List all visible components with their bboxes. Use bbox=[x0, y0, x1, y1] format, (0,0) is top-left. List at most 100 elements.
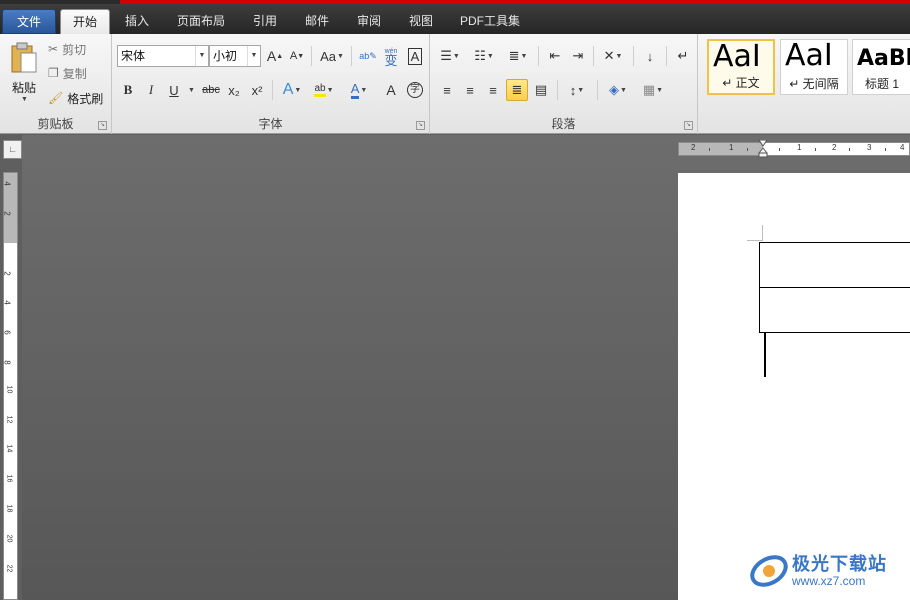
tab-stop-selector[interactable]: ∟ bbox=[3, 140, 22, 159]
style-preview: AaI bbox=[713, 39, 761, 74]
ruler-number: 1 bbox=[797, 143, 802, 152]
format-painter-label: 格式刷 bbox=[67, 91, 104, 106]
paste-button[interactable]: 粘贴 ▼ bbox=[6, 36, 42, 108]
align-left-icon: ≡ bbox=[443, 82, 451, 98]
tab-view[interactable]: 视图 bbox=[400, 9, 442, 34]
tab-review[interactable]: 审阅 bbox=[348, 9, 390, 34]
phonetic-char-icon: 变 bbox=[384, 53, 398, 68]
increase-indent-icon: ⇥ bbox=[572, 48, 584, 63]
justify-button[interactable]: ≣ bbox=[506, 79, 528, 101]
chevron-down-icon[interactable]: ▼ bbox=[247, 46, 260, 66]
style-no-spacing[interactable]: AaI ↵ 无间隔 bbox=[780, 39, 848, 95]
underline-button[interactable]: U bbox=[163, 79, 185, 101]
table-row[interactable] bbox=[760, 243, 910, 288]
separator bbox=[311, 46, 312, 66]
separator bbox=[351, 46, 352, 66]
tab-mailings[interactable]: 邮件 bbox=[296, 9, 338, 34]
shading-button[interactable]: ◈ ▼ bbox=[603, 79, 633, 101]
paste-label: 粘贴 bbox=[11, 81, 36, 95]
watermark: 极光下载站 www.xz7.com bbox=[748, 546, 908, 596]
paste-dropdown-icon[interactable]: ▼ bbox=[21, 96, 28, 103]
ruler-number: 12 bbox=[5, 415, 13, 424]
clear-format-button[interactable]: ab✎ bbox=[357, 45, 379, 67]
subscript-icon: x₂ bbox=[228, 82, 240, 98]
align-right-button[interactable]: ≡ bbox=[482, 79, 504, 101]
style-normal[interactable]: AaI ↵ 正文 bbox=[707, 39, 775, 95]
tab-home[interactable]: 开始 bbox=[60, 9, 110, 34]
justify-icon: ≣ bbox=[511, 82, 523, 97]
clipboard-launcher-icon[interactable]: ↘ bbox=[98, 121, 107, 130]
clear-format-icon: ab✎ bbox=[359, 50, 377, 61]
tab-file[interactable]: 文件 bbox=[2, 9, 56, 34]
underline-dropdown[interactable]: ▼ bbox=[185, 79, 197, 101]
copy-button[interactable]: ❐ 复制 bbox=[48, 64, 87, 82]
superscript-button[interactable]: x² bbox=[246, 79, 268, 101]
align-left-button[interactable]: ≡ bbox=[436, 79, 458, 101]
style-heading-1[interactable]: AaBl 标题 1 bbox=[852, 39, 910, 95]
ribbon: 粘贴 ▼ ✂ 剪切 ❐ 复制 🖌 格式刷 剪贴板 ↘ 宋体 ▼ 小初 ▼ A ▲ A ▼ … bbox=[0, 34, 910, 134]
horizontal-ruler[interactable]: 2 1 1 2 3 4 bbox=[678, 142, 910, 156]
document-page[interactable] bbox=[678, 173, 910, 600]
underline-icon: U bbox=[169, 82, 179, 98]
font-launcher-icon[interactable]: ↘ bbox=[416, 121, 425, 130]
subscript-button[interactable]: x₂ bbox=[223, 79, 245, 101]
paragraph-launcher-icon[interactable]: ↘ bbox=[684, 121, 693, 130]
font-name-value: 宋体 bbox=[121, 49, 146, 63]
phonetic-guide-button[interactable]: wén 变 bbox=[380, 45, 402, 67]
distributed-icon: ▤ bbox=[534, 82, 548, 97]
borders-button[interactable]: ▦ ▼ bbox=[639, 79, 667, 101]
font-color-button[interactable]: A ▼ bbox=[344, 79, 374, 101]
ruler-tick bbox=[709, 148, 710, 151]
char-border-button[interactable]: A bbox=[404, 45, 426, 67]
vertical-ruler[interactable]: 4 2 2 4 6 8 10 12 14 16 18 20 22 bbox=[3, 172, 18, 600]
highlight-icon: ab bbox=[314, 83, 326, 97]
text-effects-button[interactable]: A ▼ bbox=[278, 79, 306, 101]
bold-icon: B bbox=[123, 82, 133, 97]
chinese-layout-button[interactable]: ✕ ▼ bbox=[599, 45, 627, 67]
ruler-tick bbox=[885, 148, 886, 151]
cut-button[interactable]: ✂ 剪切 bbox=[48, 40, 86, 58]
strikethrough-button[interactable]: abc bbox=[200, 79, 222, 101]
change-case-button[interactable]: Aa ▼ bbox=[317, 45, 347, 67]
tab-references[interactable]: 引用 bbox=[244, 9, 286, 34]
clipboard-group-label: 剪贴板 bbox=[37, 117, 74, 131]
grow-font-button[interactable]: A ▲ bbox=[264, 45, 286, 67]
font-size-combo[interactable]: 小初 ▼ bbox=[209, 45, 261, 67]
align-center-button[interactable]: ≡ bbox=[459, 79, 481, 101]
format-painter-button[interactable]: 🖌 格式刷 bbox=[48, 89, 103, 107]
highlight-button[interactable]: ab ▼ bbox=[309, 79, 339, 101]
indent-marker-icon[interactable] bbox=[758, 140, 768, 158]
char-shading-button[interactable]: A bbox=[380, 79, 402, 101]
distributed-button[interactable]: ▤ bbox=[530, 79, 552, 101]
ruler-number: 16 bbox=[5, 474, 13, 483]
ruler-number: 6 bbox=[2, 330, 12, 335]
decrease-indent-button[interactable]: ⇤ bbox=[544, 45, 566, 67]
font-name-combo[interactable]: 宋体 ▼ bbox=[117, 45, 209, 67]
shrink-font-button[interactable]: A ▼ bbox=[286, 45, 308, 67]
show-marks-button[interactable]: ↵ bbox=[672, 45, 694, 67]
numbering-button[interactable]: ☷ ▼ bbox=[470, 45, 498, 67]
tab-pdf-tools[interactable]: PDF工具集 bbox=[452, 9, 528, 34]
sort-button[interactable]: ↓ bbox=[639, 45, 661, 67]
style-name: ↵ 正文 bbox=[722, 76, 760, 90]
separator bbox=[593, 46, 594, 66]
increase-indent-button[interactable]: ⇥ bbox=[567, 45, 589, 67]
multilevel-list-button[interactable]: ≣ ▼ bbox=[504, 45, 532, 67]
ruler-number: 20 bbox=[5, 534, 13, 543]
tab-insert[interactable]: 插入 bbox=[116, 9, 158, 34]
enclose-char-button[interactable]: 字 bbox=[404, 79, 426, 101]
line-spacing-button[interactable]: ↕ ▼ bbox=[563, 79, 591, 101]
align-right-icon: ≡ bbox=[489, 82, 497, 98]
table-row[interactable] bbox=[760, 288, 910, 333]
ruler-tick bbox=[747, 148, 748, 151]
bullets-button[interactable]: ☰ ▼ bbox=[436, 45, 464, 67]
document-table[interactable] bbox=[759, 242, 910, 333]
italic-button[interactable]: I bbox=[140, 79, 162, 101]
strikethrough-icon: abc bbox=[202, 84, 220, 96]
bold-button[interactable]: B bbox=[117, 79, 139, 101]
paintbrush-icon: 🖌 bbox=[48, 91, 64, 105]
tab-page-layout[interactable]: 页面布局 bbox=[166, 9, 236, 34]
chevron-down-icon[interactable]: ▼ bbox=[195, 46, 208, 66]
ruler-number: 22 bbox=[5, 564, 13, 573]
text-effects-icon: A bbox=[282, 81, 294, 98]
